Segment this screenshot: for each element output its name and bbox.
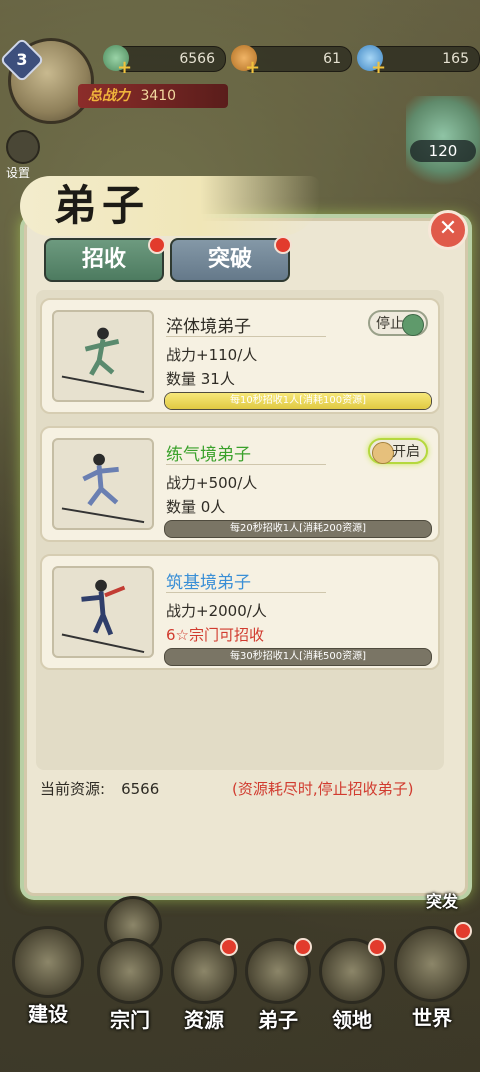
disciple-card-qi-refining: 练气境弟子 战力+500/人 数量 0人 开启 每20秒招收1人[消耗200资源… (40, 426, 440, 542)
tab-breakthrough[interactable]: 突破 (170, 236, 292, 282)
notification-dot (148, 236, 166, 254)
notification-dot (454, 922, 472, 940)
bottom-nav: 奉献 建设 宗门 资源 弟子 领地 世界 突发 (0, 890, 480, 1072)
divider (166, 592, 326, 593)
total-power: 总战力 3410 (78, 84, 228, 108)
toggle-knob (402, 314, 424, 336)
resource-crystal[interactable]: + 165 (357, 45, 480, 77)
notification-dot (368, 938, 386, 956)
swordsman-icon (61, 579, 145, 654)
recruit-toggle[interactable]: 停止 (368, 310, 428, 336)
close-button[interactable]: ✕ (428, 210, 468, 250)
progress-text: 每10秒招收1人[消耗100资源] (230, 395, 366, 406)
resource-crystal-value: 165 (442, 51, 469, 67)
resource-coin[interactable]: + 61 (231, 45, 352, 77)
nav-world-label: 世界 (412, 1006, 452, 1030)
panel-title: 弟子 (54, 181, 151, 230)
recruit-progress: 每30秒招收1人[消耗500资源] (164, 648, 432, 666)
disciple-name: 淬体境弟子 (166, 317, 251, 337)
resource-coin-value: 61 (323, 51, 341, 67)
plus-icon[interactable]: + (371, 59, 386, 77)
disciple-count: 数量 31人 (166, 370, 235, 388)
nav-disciple-label: 弟子 (258, 1008, 298, 1032)
tab-recruit-label: 招收 (81, 247, 126, 272)
unlock-requirement: 6☆宗门可招收 (166, 626, 264, 644)
gear-icon (6, 130, 40, 164)
nav-territory-label: 领地 (332, 1008, 372, 1032)
divider (166, 336, 326, 337)
right-widget-count: 120 (410, 140, 476, 162)
building-icon (12, 926, 84, 998)
notification-dot (294, 938, 312, 956)
nav-sect-label: 宗门 (110, 1008, 150, 1032)
notification-dot (274, 236, 292, 254)
divider (166, 464, 326, 465)
disciple-name: 练气境弟子 (166, 445, 251, 465)
current-resource-label: 当前资源: (40, 780, 106, 798)
tab-recruit[interactable]: 招收 (44, 236, 166, 282)
notification-dot (220, 938, 238, 956)
disciple-count: 数量 0人 (166, 498, 226, 516)
progress-text: 每20秒招收1人[消耗200资源] (230, 523, 366, 534)
toggle-knob (372, 442, 394, 464)
resource-jade-value: 6566 (179, 51, 215, 67)
disciple-power: 战力+500/人 (166, 474, 258, 492)
total-power-value: 3410 (140, 88, 177, 104)
swordsman-icon (61, 327, 145, 394)
nav-world[interactable]: 世界 (390, 922, 474, 1031)
plus-icon[interactable]: + (117, 59, 132, 77)
disciple-power: 战力+110/人 (166, 346, 258, 364)
disciple-portrait (52, 566, 154, 658)
toggle-label: 停止 (376, 316, 404, 332)
nav-build[interactable]: 建设 (8, 926, 88, 1027)
nav-breakthrough[interactable]: 突发 (414, 888, 470, 912)
recruit-progress: 每10秒招收1人[消耗100资源] (164, 392, 432, 410)
level-value: 3 (16, 50, 28, 69)
nav-build-label: 建设 (28, 1002, 68, 1026)
total-power-label: 总战力 (88, 88, 130, 104)
toggle-label: 开启 (392, 444, 420, 460)
panel-title-banner: 弟子 (20, 168, 320, 238)
disciple-card-foundation: 筑基境弟子 战力+2000/人 6☆宗门可招收 每30秒招收1人[消耗500资源… (40, 554, 440, 670)
current-resource: 当前资源: 6566 (40, 778, 159, 799)
disciple-portrait (52, 310, 154, 402)
progress-text: 每30秒招收1人[消耗500资源] (230, 651, 366, 662)
nav-resource[interactable]: 资源 (168, 938, 240, 1033)
temple-icon (97, 938, 163, 1004)
resource-note: (资源耗尽时,停止招收弟子) (232, 780, 414, 798)
recruit-progress: 每20秒招收1人[消耗200资源] (164, 520, 432, 538)
close-icon: ✕ (438, 216, 458, 241)
disciple-name: 筑基境弟子 (166, 573, 251, 593)
tab-breakthrough-label: 突破 (207, 247, 252, 272)
nav-territory[interactable]: 领地 (316, 938, 388, 1033)
disciple-portrait (52, 438, 154, 530)
disciple-power: 战力+2000/人 (166, 602, 267, 620)
plus-icon[interactable]: + (245, 59, 260, 77)
swordsman-icon (61, 453, 145, 524)
nav-sect[interactable]: 宗门 (94, 938, 166, 1033)
disciple-card-body-tempering: 淬体境弟子 战力+110/人 数量 31人 停止 每10秒招收1人[消耗100资… (40, 298, 440, 414)
resource-jade[interactable]: + 6566 (103, 45, 226, 77)
current-resource-value: 6566 (121, 780, 160, 798)
recruit-toggle[interactable]: 开启 (368, 438, 428, 464)
nav-resource-label: 资源 (184, 1008, 224, 1032)
nav-disciple[interactable]: 弟子 (242, 938, 314, 1033)
